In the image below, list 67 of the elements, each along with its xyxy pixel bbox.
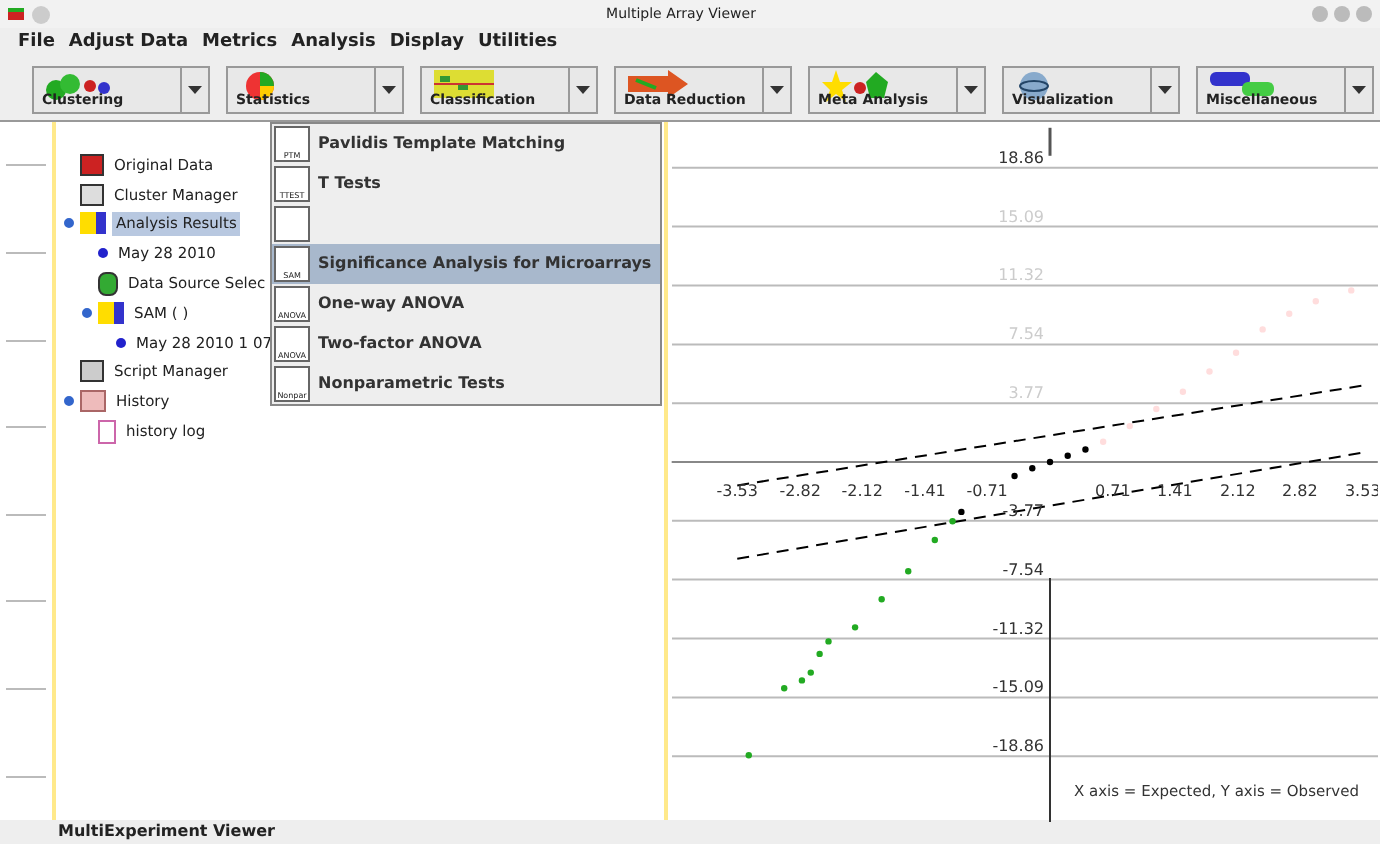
caret-icon — [188, 86, 202, 94]
colored-blocks-icon — [98, 301, 124, 324]
x-tick-label: -2.82 — [779, 482, 821, 500]
data-point — [825, 638, 832, 645]
x-tick-label: 0.71 — [1095, 482, 1131, 500]
data-point — [851, 624, 859, 631]
data-point — [1046, 458, 1054, 466]
data-point — [878, 596, 885, 603]
data-point — [1153, 405, 1160, 413]
x-tick-label: 1.41 — [1157, 482, 1193, 500]
x-tick-label: 2.82 — [1282, 482, 1318, 500]
expand-handle-icon[interactable] — [64, 396, 74, 407]
y-tick-label: -15.09 — [992, 678, 1044, 697]
data-point — [1259, 326, 1266, 333]
caret-icon — [770, 86, 784, 94]
data-point — [1082, 446, 1089, 453]
menu-item[interactable]: Display — [389, 30, 464, 58]
close-button[interactable] — [1356, 6, 1372, 22]
script-icon — [80, 360, 104, 383]
data-point — [1011, 472, 1018, 480]
caret-icon — [964, 86, 978, 94]
colored-blocks-icon — [80, 212, 106, 235]
x-tick-label: -2.12 — [841, 482, 883, 500]
caret-icon — [576, 86, 590, 94]
y-tick-label: -7.54 — [1002, 560, 1044, 579]
y-tick-label: -11.32 — [992, 619, 1044, 638]
data-point — [1312, 298, 1319, 305]
expand-handle-icon[interactable] — [64, 218, 74, 229]
y-tick-label: -18.86 — [992, 737, 1044, 756]
data-point — [1029, 465, 1036, 472]
x-tick-label: -3.53 — [716, 482, 758, 500]
expand-handle-icon[interactable] — [82, 307, 92, 318]
data-point — [1348, 287, 1355, 294]
caret-icon — [382, 86, 396, 94]
data-point — [905, 568, 912, 575]
data-point — [1206, 368, 1213, 375]
minimize-button[interactable] — [1312, 6, 1328, 22]
x-tick-label: -1.41 — [904, 482, 946, 500]
scroll-icon — [80, 390, 106, 413]
data-point — [781, 685, 788, 692]
cylinder-icon — [98, 271, 118, 296]
x-tick-label: -0.71 — [966, 482, 1008, 500]
bullet-icon — [98, 248, 108, 259]
m-icon — [80, 183, 104, 206]
analysis-icon — [274, 206, 310, 242]
y-tick-label: 18.86 — [998, 148, 1044, 167]
menu-item[interactable]: File — [18, 30, 55, 58]
data-point — [931, 536, 938, 544]
document-icon — [98, 419, 116, 444]
bullet-icon — [116, 337, 126, 348]
window-menu-button[interactable] — [32, 5, 50, 23]
caret-icon — [1158, 86, 1172, 94]
menu-item[interactable]: Analysis — [291, 30, 376, 58]
menu-item[interactable]: Utilities — [477, 30, 558, 58]
heatmap-icon — [80, 153, 104, 176]
data-point — [1232, 349, 1240, 356]
data-point — [1179, 388, 1187, 395]
data-point — [1064, 452, 1071, 459]
data-point — [1126, 422, 1133, 430]
app-icon — [8, 8, 24, 20]
data-point — [816, 650, 823, 658]
x-tick-label: 2.12 — [1220, 482, 1256, 500]
maximize-button[interactable] — [1334, 6, 1350, 22]
menu-item[interactable]: Metrics — [202, 30, 278, 58]
menu-item[interactable]: Adjust Data — [68, 30, 189, 58]
data-point — [1286, 310, 1293, 317]
caret-icon — [1352, 86, 1366, 94]
